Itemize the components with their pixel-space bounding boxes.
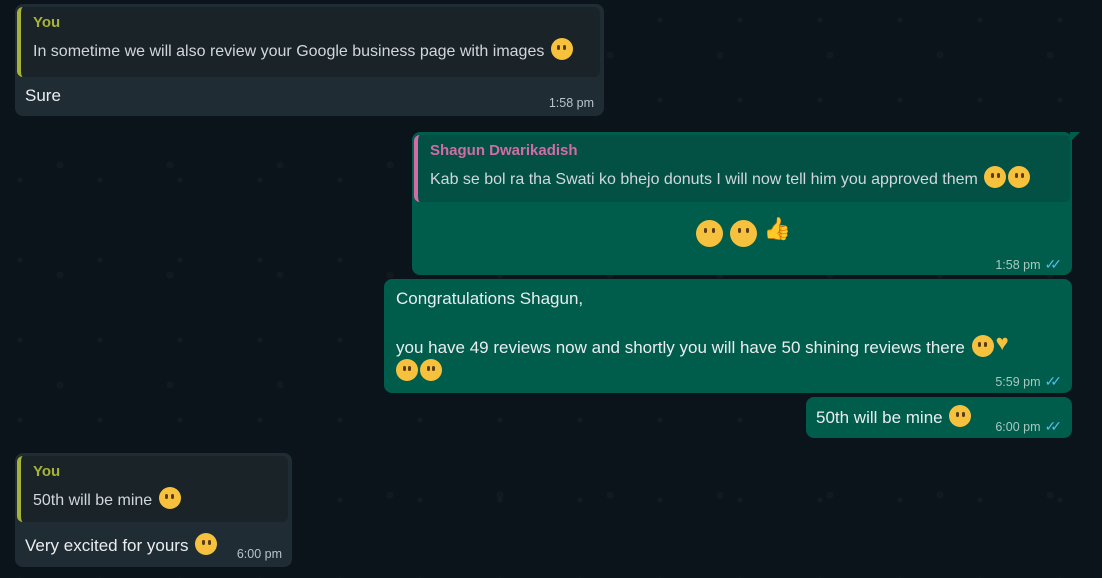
- quote-author: You: [33, 463, 61, 480]
- message-meta: 1:58 pm ✓✓: [995, 256, 1062, 273]
- message-incoming[interactable]: You 50th will be mine Very excited for y…: [15, 453, 292, 567]
- kiss-emoji-icon: [396, 359, 418, 381]
- thumbs-up-emoji-icon: [763, 217, 790, 247]
- party-emoji-icon: [971, 335, 994, 357]
- quote-text: Kab se bol ra tha Swati ko bhejo donuts …: [430, 171, 978, 188]
- star-struck-emoji-icon: [158, 487, 181, 509]
- quote-text: In sometime we will also review your Goo…: [33, 43, 545, 60]
- message-time: 1:58 pm: [548, 96, 594, 110]
- grinning-emoji-icon: [984, 166, 1007, 188]
- message-meta: 6:00 pm ✓✓: [995, 418, 1062, 435]
- message-time: 6:00 pm: [236, 547, 282, 561]
- message-text-line2: you have 49 reviews now and shortly you …: [396, 338, 965, 357]
- message-text-line1: Congratulations Shagun,: [396, 289, 584, 308]
- message-meta: 1:58 pm: [549, 96, 594, 110]
- message-meta: 6:00 pm: [237, 547, 282, 561]
- quote-author: Shagun Dwarikadish: [430, 142, 578, 159]
- message-outgoing[interactable]: Congratulations Shagun, you have 49 revi…: [384, 279, 1072, 393]
- star-struck-emoji-icon: [696, 220, 723, 247]
- message-outgoing[interactable]: 50th will be mine 6:00 pm ✓✓: [806, 397, 1072, 438]
- quoted-message[interactable]: You 50th will be mine: [17, 456, 288, 522]
- message-time: 5:59 pm: [995, 374, 1041, 389]
- message-text: Sure: [25, 86, 61, 105]
- double-check-icon: ✓✓: [1044, 373, 1063, 389]
- message-outgoing[interactable]: Shagun Dwarikadish Kab se bol ra tha Swa…: [412, 132, 1080, 275]
- message-text: Very excited for yours: [25, 536, 189, 555]
- hugging-face-emoji-icon: [550, 38, 573, 60]
- emoji-row: [694, 217, 791, 250]
- quote-author: You: [33, 14, 61, 31]
- message-meta: 5:59 pm ✓✓: [995, 373, 1062, 390]
- heart-hands-emoji-icon: [996, 331, 1020, 355]
- message-time: 1:58 pm: [995, 257, 1041, 272]
- message-incoming[interactable]: You In sometime we will also review your…: [15, 4, 604, 116]
- message-time: 6:00 pm: [995, 419, 1041, 434]
- grinning-emoji-icon: [729, 220, 757, 247]
- grinning-emoji-icon: [1008, 166, 1031, 188]
- quote-text: 50th will be mine: [33, 492, 153, 509]
- hugging-face-emoji-icon: [420, 359, 442, 381]
- double-check-icon: ✓✓: [1044, 418, 1063, 434]
- grinning-emoji-icon: [195, 533, 218, 555]
- quoted-message[interactable]: Shagun Dwarikadish Kab se bol ra tha Swa…: [414, 135, 1070, 202]
- message-text: 50th will be mine: [816, 408, 943, 427]
- quoted-message[interactable]: You In sometime we will also review your…: [17, 7, 600, 77]
- star-struck-emoji-icon: [949, 405, 972, 427]
- double-check-icon: ✓✓: [1044, 256, 1063, 272]
